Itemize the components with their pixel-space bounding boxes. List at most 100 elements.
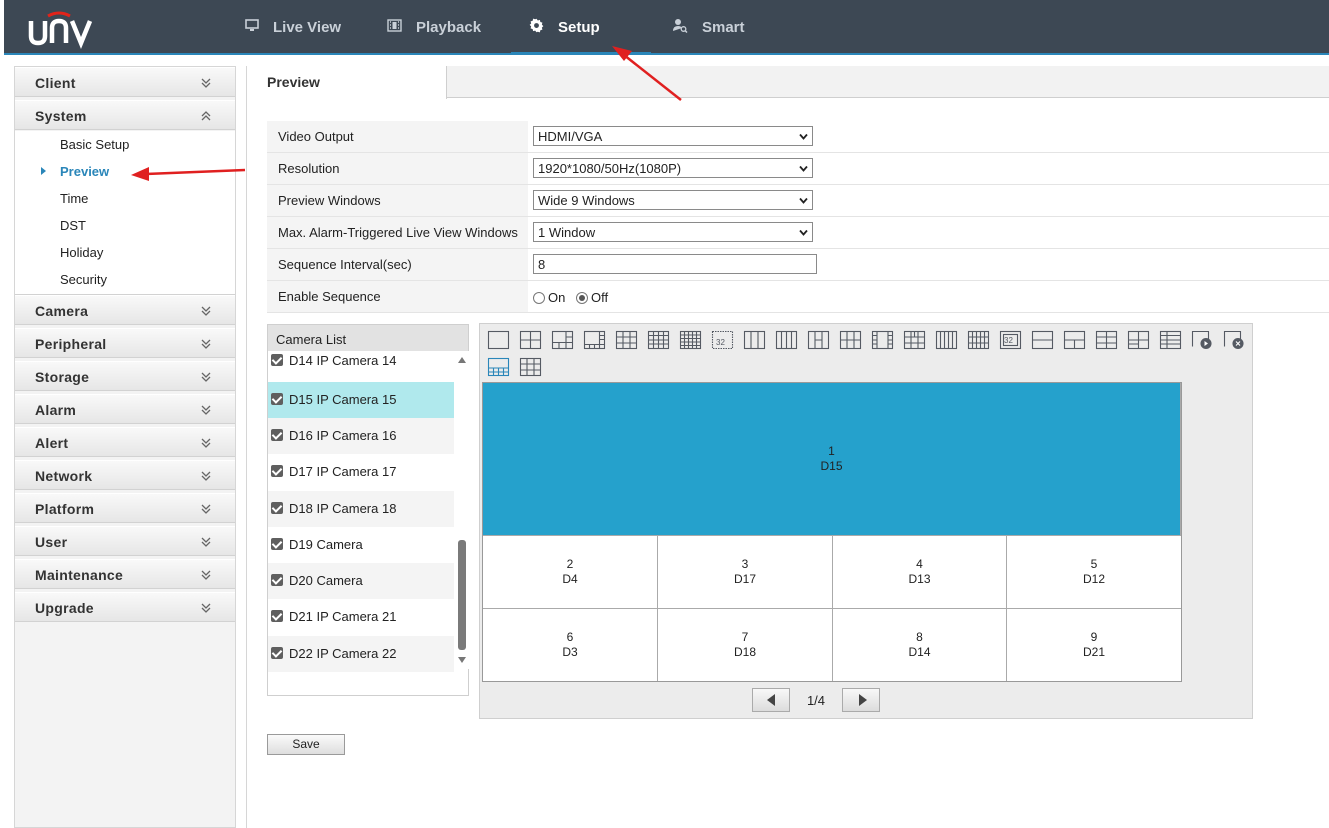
layout-6-grid-icon[interactable]	[839, 330, 862, 350]
camera-list-item[interactable]: D16 IP Camera 16	[268, 418, 454, 454]
layout-17-icon[interactable]	[967, 330, 990, 350]
layout-6-horizontal-icon[interactable]	[1095, 330, 1118, 350]
sequence-interval-input[interactable]: 8	[533, 254, 817, 274]
layout-2-horizontal-icon[interactable]	[1031, 330, 1054, 350]
sidebar-group-upgrade[interactable]: Upgrade	[15, 592, 235, 622]
sidebar-item-label: DST	[60, 218, 86, 233]
camera-list-item[interactable]: D15 IP Camera 15	[268, 382, 454, 418]
sidebar-group-maintenance[interactable]: Maintenance	[15, 559, 235, 589]
monitor-icon	[245, 19, 259, 36]
row-max-alarm-windows: Max. Alarm-Triggered Live View Windows 1…	[267, 217, 1329, 249]
layout-1-icon[interactable]	[487, 330, 510, 350]
sidebar-item-basic-setup[interactable]: Basic Setup	[15, 131, 235, 158]
sequence-play-icon[interactable]	[1191, 330, 1212, 350]
layout-6-wide-icon[interactable]	[1127, 330, 1150, 350]
checkbox-checked-icon[interactable]	[271, 538, 283, 550]
checkbox-checked-icon[interactable]	[271, 429, 283, 441]
checkbox-checked-icon[interactable]	[271, 354, 283, 366]
camera-list-item[interactable]: D22 IP Camera 22	[268, 636, 454, 672]
next-page-button[interactable]	[842, 688, 880, 712]
scroll-down-arrow-icon[interactable]	[458, 657, 466, 663]
sequence-on-radio[interactable]: On	[533, 290, 565, 305]
layout-8-mixed-icon[interactable]	[871, 330, 894, 350]
sidebar-group-platform[interactable]: Platform	[15, 493, 235, 523]
preview-windows-select[interactable]: Wide 9 Windows	[533, 190, 813, 210]
sidebar-group-client[interactable]: Client	[15, 67, 235, 97]
checkbox-checked-icon[interactable]	[271, 393, 283, 405]
preview-window[interactable]: 2 D4	[483, 536, 658, 609]
preview-window[interactable]: 1 D15	[483, 383, 1181, 536]
sidebar-group-label: Storage	[35, 369, 90, 385]
camera-list-item[interactable]: D20 Camera	[268, 563, 454, 599]
nav-live-view[interactable]: Live View	[245, 0, 341, 55]
sidebar-group-alarm[interactable]: Alarm	[15, 394, 235, 424]
checkbox-checked-icon[interactable]	[271, 610, 283, 622]
layout-4-icon[interactable]	[519, 330, 542, 350]
layout-16-icon[interactable]	[647, 330, 670, 350]
checkbox-checked-icon[interactable]	[271, 647, 283, 659]
preview-window[interactable]: 8 D14	[833, 609, 1007, 681]
window-number: 8	[916, 630, 923, 644]
preview-window[interactable]: 4 D13	[833, 536, 1007, 609]
camera-list-item[interactable]: D18 IP Camera 18	[268, 491, 454, 527]
sidebar-group-label: System	[35, 108, 87, 124]
layout-10-icon[interactable]	[903, 330, 926, 350]
preview-window[interactable]: 6 D3	[483, 609, 658, 681]
layout-3-horizontal-icon[interactable]	[1063, 330, 1086, 350]
camera-list-item[interactable]: D14 IP Camera 14	[268, 351, 454, 371]
layout-25-icon[interactable]	[679, 330, 702, 350]
resolution-select[interactable]: 1920*1080/50Hz(1080P)	[533, 158, 813, 178]
camera-list-item[interactable]: D21 IP Camera 21	[268, 599, 454, 635]
camera-list-item[interactable]: D17 IP Camera 17	[268, 454, 454, 490]
layout-13-icon[interactable]	[935, 330, 958, 350]
preview-window[interactable]: 9 D21	[1007, 609, 1181, 681]
chevron-down-icon	[201, 405, 211, 415]
sequence-off-radio[interactable]: Off	[576, 290, 608, 305]
preview-window[interactable]: 7 D18	[658, 609, 833, 681]
checkbox-checked-icon[interactable]	[271, 465, 283, 477]
tab-preview[interactable]: Preview	[247, 66, 447, 99]
scroll-up-arrow-icon[interactable]	[458, 357, 466, 363]
sidebar-group-user[interactable]: User	[15, 526, 235, 556]
layout-3-vertical-icon[interactable]	[743, 330, 766, 350]
video-output-select[interactable]: HDMI/VGA	[533, 126, 813, 146]
sequence-stop-icon[interactable]	[1223, 330, 1244, 350]
preview-window[interactable]: 3 D17	[658, 536, 833, 609]
layout-4-vertical-icon[interactable]	[775, 330, 798, 350]
layout-3-mixed-icon[interactable]	[807, 330, 830, 350]
camera-list-scrollbar[interactable]	[455, 351, 469, 669]
nav-playback[interactable]: Playback	[387, 0, 481, 55]
sidebar-item-time[interactable]: Time	[15, 185, 235, 212]
save-button[interactable]: Save	[267, 734, 345, 755]
layout-8-icon[interactable]	[583, 330, 606, 350]
nav-smart[interactable]: Smart	[672, 0, 745, 55]
layout-9-icon[interactable]	[615, 330, 638, 350]
layout-rows-icon[interactable]	[1159, 330, 1182, 350]
preview-window[interactable]: 5 D12	[1007, 536, 1181, 609]
layout-wide-9-icon[interactable]	[487, 357, 510, 377]
prev-page-button[interactable]	[752, 688, 790, 712]
nav-setup[interactable]: Setup	[529, 0, 600, 55]
camera-list-item[interactable]: D19 Camera	[268, 527, 454, 563]
sidebar-group-network[interactable]: Network	[15, 460, 235, 490]
layout-wide-12-icon[interactable]	[519, 357, 542, 377]
sidebar-item-security[interactable]: Security	[15, 266, 235, 293]
camera-list-title: Camera List	[276, 332, 347, 347]
layout-6-icon[interactable]	[551, 330, 574, 350]
sidebar-group-system[interactable]: System	[15, 100, 235, 130]
sidebar-item-dst[interactable]: DST	[15, 212, 235, 239]
checkbox-checked-icon[interactable]	[271, 502, 283, 514]
checkbox-checked-icon[interactable]	[271, 574, 283, 586]
chevron-down-icon	[201, 504, 211, 514]
camera-item-label: D20 Camera	[289, 573, 363, 588]
sidebar-group-alert[interactable]: Alert	[15, 427, 235, 457]
sidebar-group-peripheral[interactable]: Peripheral	[15, 328, 235, 358]
sidebar-group-storage[interactable]: Storage	[15, 361, 235, 391]
sidebar-group-camera[interactable]: Camera	[15, 295, 235, 325]
sidebar-item-preview[interactable]: Preview	[15, 158, 235, 185]
person-search-icon	[672, 18, 688, 37]
window-camera: D15	[820, 459, 843, 473]
max-alarm-select[interactable]: 1 Window	[533, 222, 813, 242]
scrollbar-thumb[interactable]	[458, 540, 466, 650]
sidebar-item-holiday[interactable]: Holiday	[15, 239, 235, 266]
